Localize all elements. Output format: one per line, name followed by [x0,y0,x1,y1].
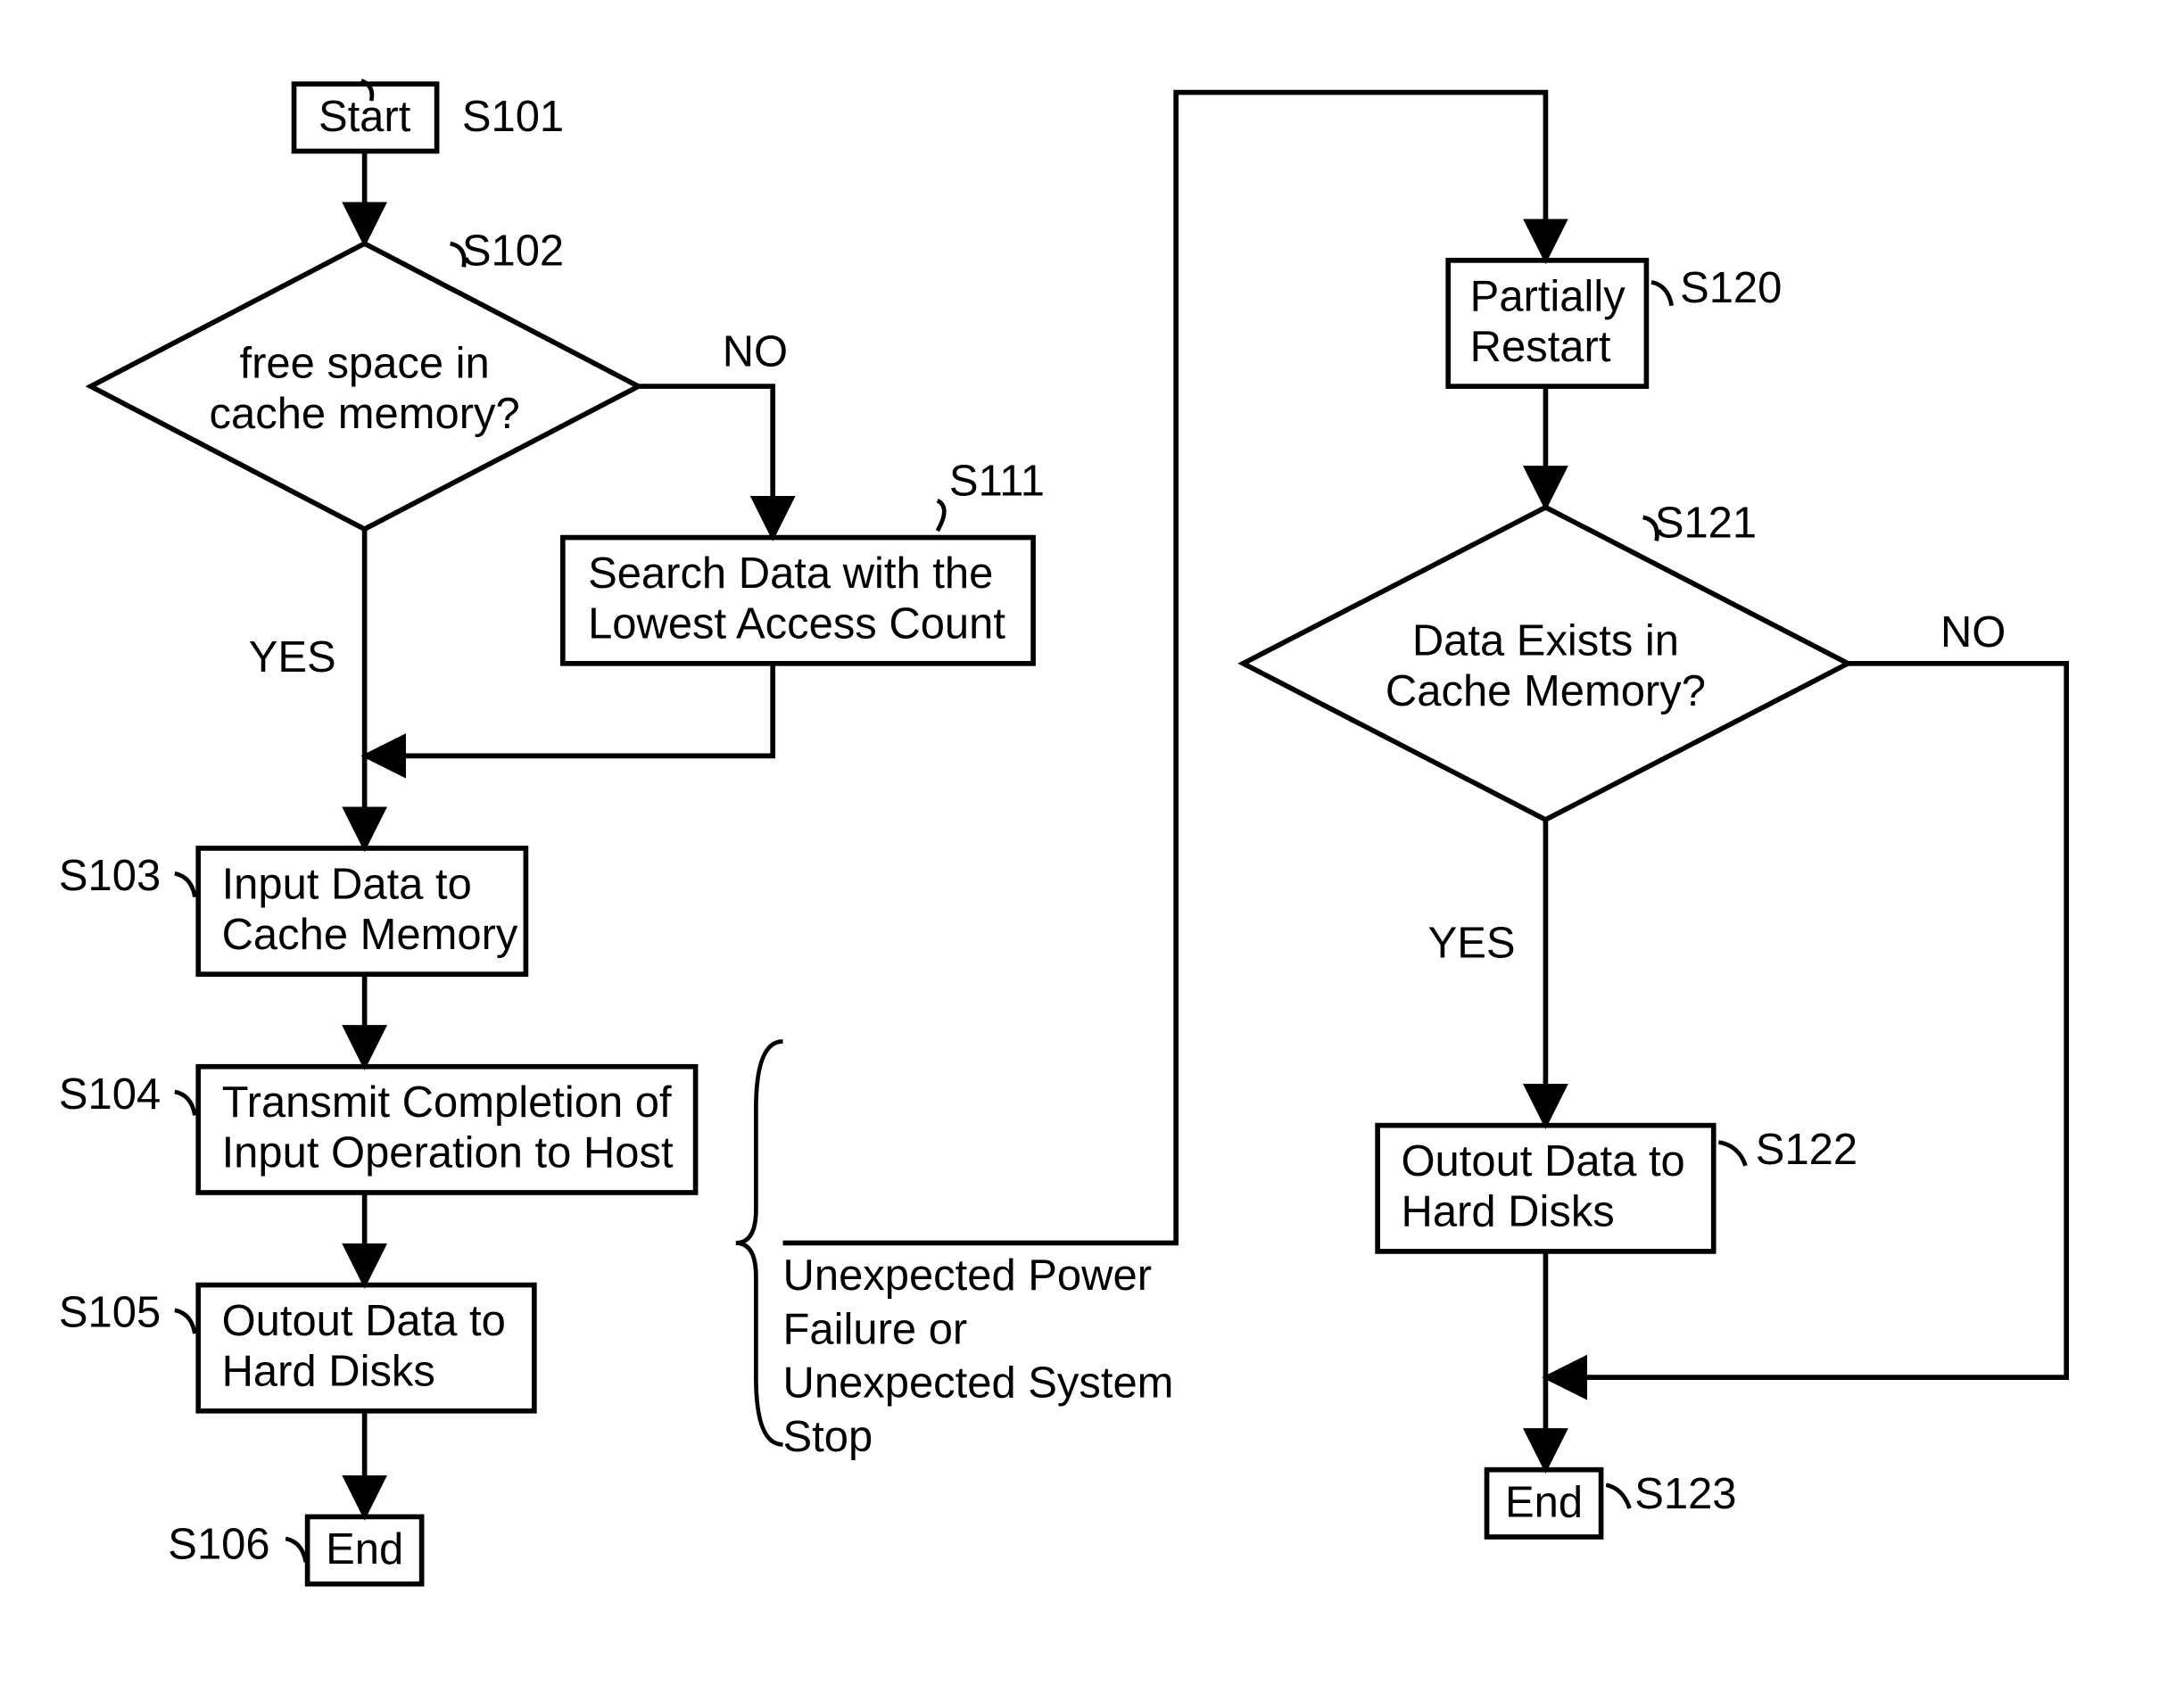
tilde-s106 [285,1539,306,1562]
label-yes-s121: YES [1428,919,1516,967]
step-s102: S102 [462,227,564,276]
tilde-s104 [175,1092,195,1115]
node-s102-line1: free space in [240,340,490,388]
flowchart-diagram: Start S101 free space in cache memory? S… [0,0,2184,1663]
tilde-s103 [175,873,195,896]
node-s104-line1: Transmit Completion of [222,1078,672,1127]
annotation-failure-3: Unexpected System [783,1359,1174,1408]
node-s104-line2: Input Operation to Host [222,1129,674,1177]
node-s122-line2: Hard Disks [1401,1188,1614,1236]
node-s121-line2: Cache Memory? [1386,667,1706,715]
tilde-s122 [1718,1142,1745,1165]
node-s103-line1: Input Data to [222,860,472,908]
arrow-s111-join [365,664,774,756]
step-s106: S106 [168,1520,269,1568]
tilde-s111 [938,500,945,531]
node-s120-line2: Restart [1470,323,1611,371]
tilde-s105 [175,1310,195,1334]
node-s105-line2: Hard Disks [222,1348,435,1396]
node-start-label: Start [318,93,411,141]
node-s102-line2: cache memory? [210,390,520,438]
step-s101: S101 [462,93,564,141]
node-s111-line1: Search Data with the [588,549,993,598]
step-s104: S104 [59,1070,161,1119]
step-s121: S121 [1655,500,1757,548]
annotation-failure-4: Stop [783,1413,873,1461]
node-s123-label: End [1505,1478,1583,1526]
step-s105: S105 [59,1289,161,1337]
brace-failure [736,1042,783,1445]
tilde-s120 [1651,282,1672,305]
label-yes-s102: YES [249,633,336,681]
step-s111: S111 [949,458,1045,506]
step-s123: S123 [1634,1470,1736,1518]
tilde-s123 [1606,1485,1629,1508]
step-s103: S103 [59,852,161,900]
arrow-s102-s111 [639,386,774,537]
node-s103-line2: Cache Memory [222,911,518,959]
node-s122-line1: Outout Data to [1401,1137,1684,1185]
annotation-failure-2: Failure or [783,1305,968,1353]
step-s120: S120 [1680,264,1782,312]
node-s111-line2: Lowest Access Count [588,600,1005,648]
node-s120-line1: Partially [1470,272,1626,320]
annotation-failure-1: Unexpected Power [783,1251,1152,1300]
node-s106-label: End [326,1525,403,1573]
arrow-s121-no [1545,664,2066,1377]
label-no-s102: NO [723,328,788,376]
step-s122: S122 [1756,1126,1857,1174]
node-s105-line1: Outout Data to [222,1297,506,1345]
label-no-s121: NO [1940,608,2006,657]
node-s121-line1: Data Exists in [1412,616,1679,665]
